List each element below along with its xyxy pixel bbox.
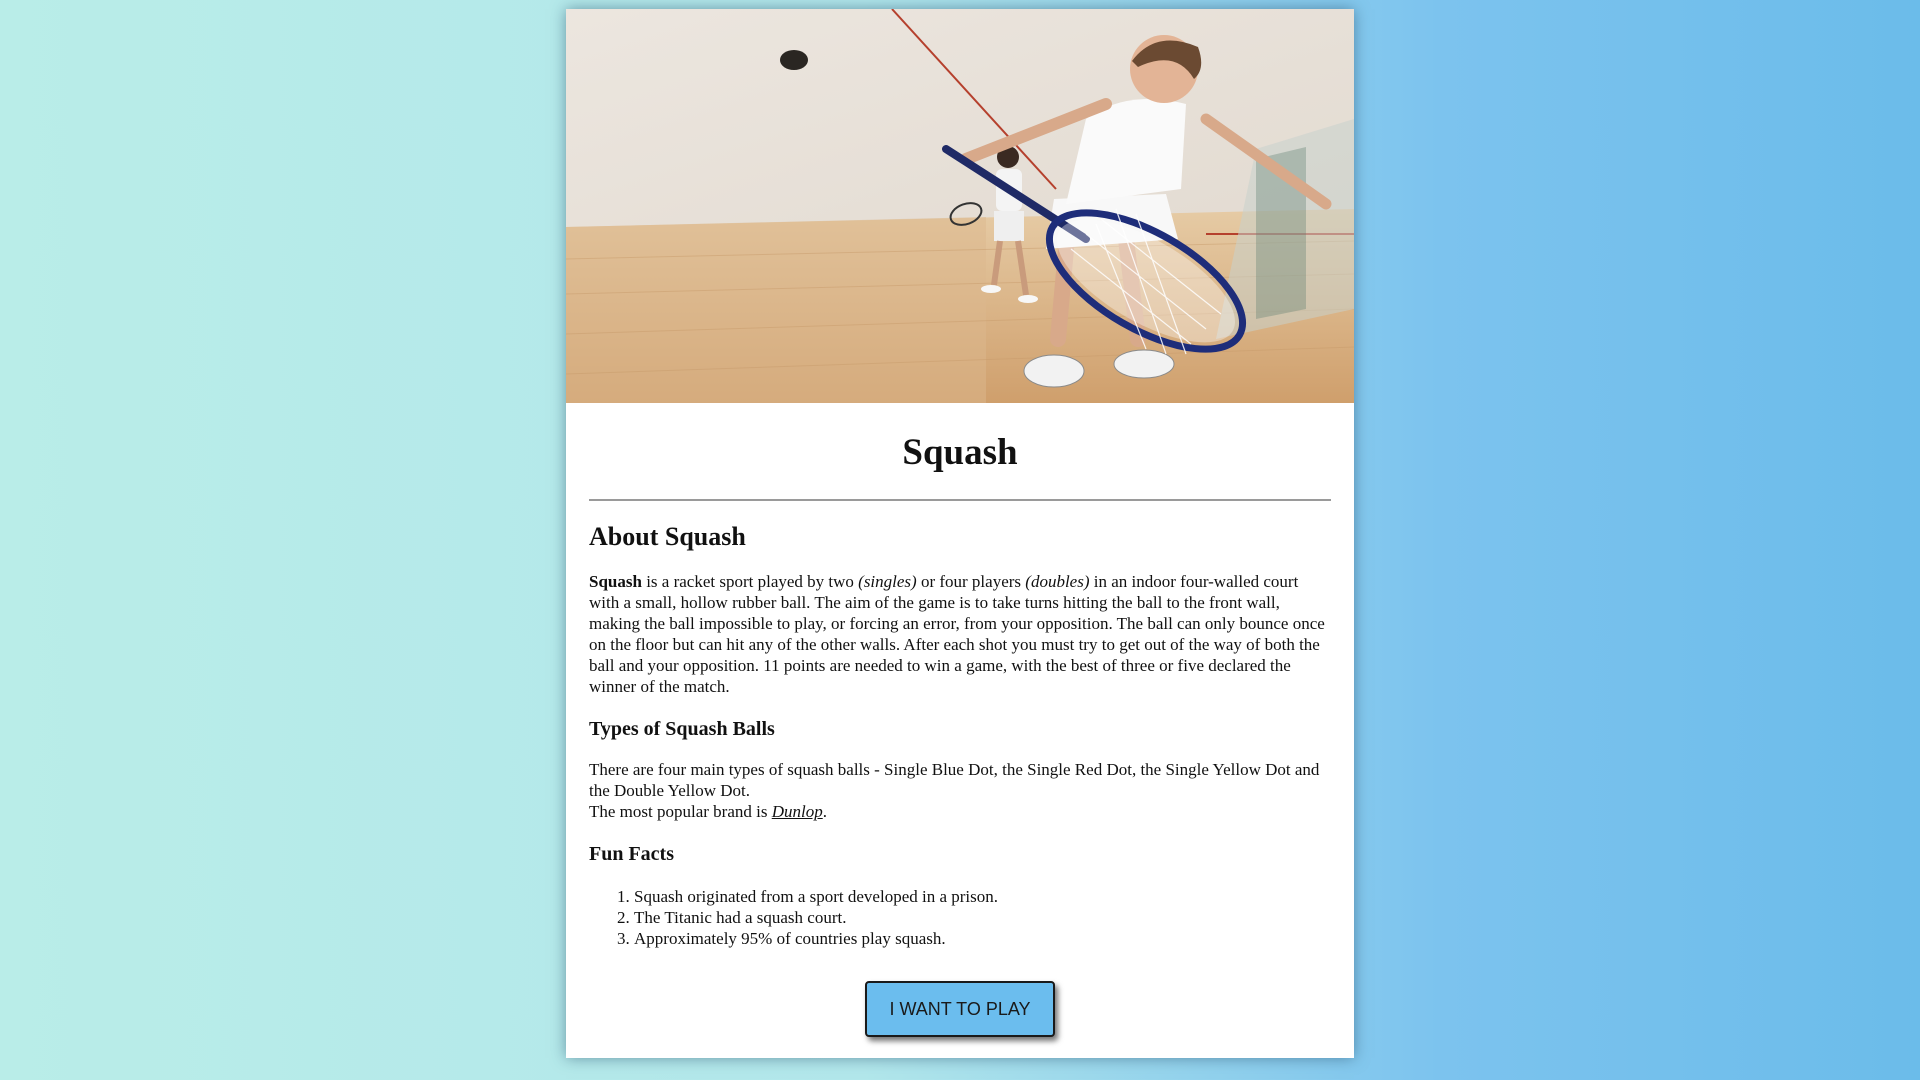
singles-italic: (singles) <box>858 572 917 591</box>
about-text-2: or four players <box>916 572 1026 591</box>
i-want-to-play-button[interactable]: I WANT TO PLAY <box>865 981 1055 1037</box>
brand-prefix: The most popular brand is <box>589 802 772 821</box>
about-lead-bold: Squash <box>589 572 642 591</box>
page-title: Squash <box>902 432 1018 473</box>
balls-text: There are four main types of squash ball… <box>589 760 1320 800</box>
fun-facts-heading: Fun Facts <box>589 843 674 865</box>
dunlop-link[interactable]: Dunlop <box>772 802 823 821</box>
balls-paragraph: There are four main types of squash ball… <box>589 759 1331 822</box>
about-heading: About Squash <box>589 522 746 551</box>
fun-facts-list: Squash originated from a sport developed… <box>589 886 1331 949</box>
title-divider <box>589 499 1331 501</box>
squash-player-illustration <box>566 9 1354 403</box>
content-card: Squash About Squash Squash is a racket s… <box>566 9 1354 1058</box>
doubles-italic: (doubles) <box>1025 572 1090 591</box>
list-item: The Titanic had a squash court. <box>634 907 1331 928</box>
cta-wrapper: I WANT TO PLAY <box>589 981 1331 1037</box>
brand-suffix: . <box>822 802 827 821</box>
about-paragraph: Squash is a racket sport played by two (… <box>589 571 1331 697</box>
list-item: Squash originated from a sport developed… <box>634 886 1331 907</box>
balls-heading: Types of Squash Balls <box>589 718 775 740</box>
dunlop-link-text[interactable]: Dunlop <box>772 802 823 821</box>
hero-image <box>566 9 1354 403</box>
main-content: Squash About Squash Squash is a racket s… <box>566 431 1354 1037</box>
about-text-1: is a racket sport played by two <box>641 572 859 591</box>
list-item: Approximately 95% of countries play squa… <box>634 928 1331 949</box>
